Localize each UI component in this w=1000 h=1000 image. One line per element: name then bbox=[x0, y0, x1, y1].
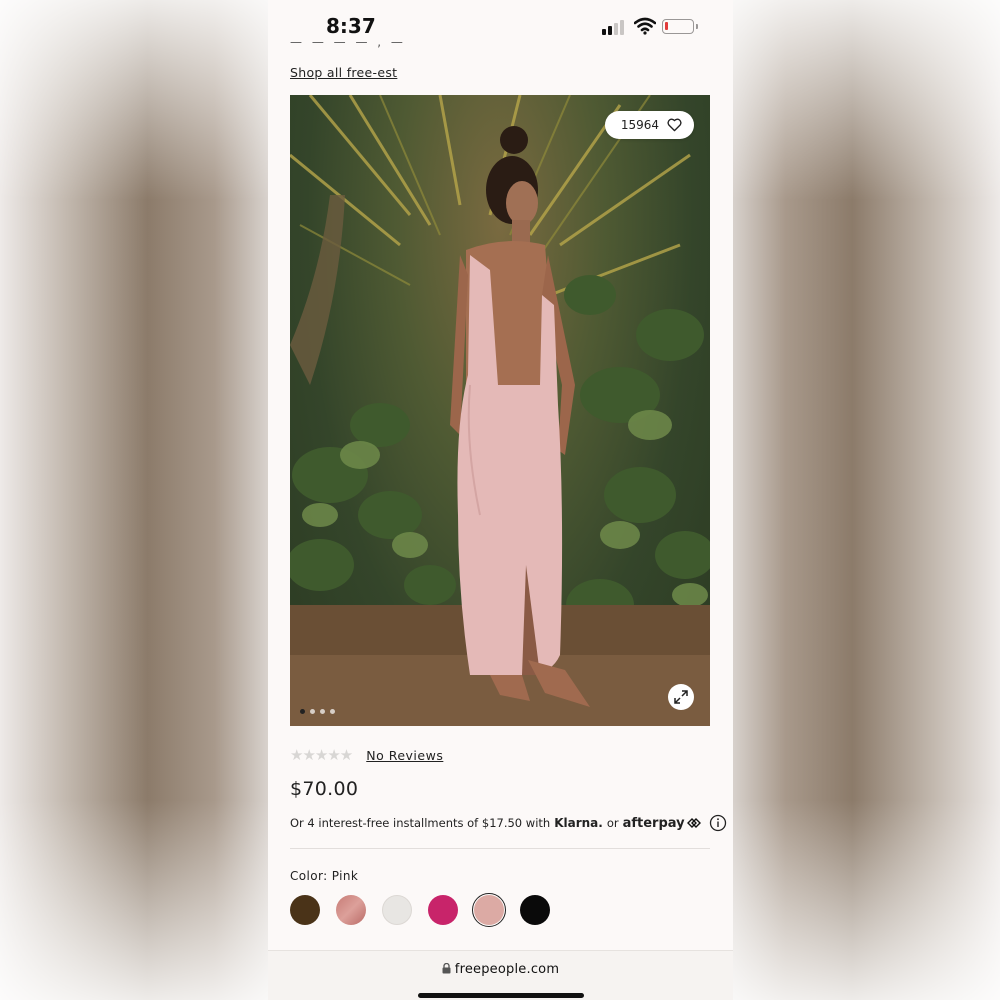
expand-icon bbox=[674, 690, 688, 704]
gallery-pagination[interactable] bbox=[300, 709, 335, 714]
swatch-brown[interactable] bbox=[290, 895, 320, 925]
battery-icon bbox=[662, 19, 694, 34]
cutoff-heading: — — — — , — bbox=[290, 40, 406, 49]
browser-address-bar[interactable]: freepeople.com bbox=[268, 950, 733, 1000]
likes-button[interactable]: 15964 bbox=[604, 111, 694, 139]
home-indicator[interactable] bbox=[418, 993, 584, 998]
installments-or: or bbox=[606, 816, 619, 830]
info-icon[interactable] bbox=[709, 814, 727, 832]
swatch-white[interactable] bbox=[382, 895, 412, 925]
product-image[interactable]: 15964 bbox=[290, 95, 710, 726]
lock-icon bbox=[442, 962, 451, 974]
gallery-dot[interactable] bbox=[330, 709, 335, 714]
expand-button[interactable] bbox=[668, 684, 694, 710]
phone-screen: 8:37 — — — — , — Shop all free-est 15964… bbox=[268, 0, 733, 1000]
color-swatches bbox=[290, 892, 566, 928]
swatch-rose[interactable] bbox=[336, 895, 366, 925]
swatch-pink[interactable] bbox=[471, 892, 507, 928]
klarna-logo[interactable]: Klarna. bbox=[554, 816, 603, 830]
swatch-black[interactable] bbox=[520, 895, 550, 925]
afterpay-arrows-icon bbox=[686, 818, 701, 828]
gallery-dot[interactable] bbox=[310, 709, 315, 714]
no-reviews-link[interactable]: No Reviews bbox=[366, 748, 443, 763]
color-label: Color: Pink bbox=[290, 869, 359, 883]
star-rating: ★★★★★ bbox=[290, 746, 353, 764]
divider bbox=[290, 848, 710, 849]
product-photo-illustration bbox=[290, 95, 710, 726]
background-blur-left bbox=[0, 0, 268, 1000]
shop-all-link[interactable]: Shop all free-est bbox=[290, 65, 397, 80]
background-blur-right bbox=[732, 0, 1000, 1000]
installments-text: Or 4 interest-free installments of $17.5… bbox=[290, 816, 551, 830]
afterpay-logo[interactable]: afterpay bbox=[623, 816, 701, 831]
installments-row: Or 4 interest-free installments of $17.5… bbox=[290, 814, 727, 832]
gallery-dot[interactable] bbox=[300, 709, 305, 714]
product-price: $70.00 bbox=[290, 778, 359, 800]
likes-count: 15964 bbox=[620, 118, 659, 132]
heart-icon bbox=[667, 118, 682, 132]
wifi-icon bbox=[634, 17, 656, 35]
rating-row: ★★★★★ No Reviews bbox=[290, 746, 443, 764]
url-text: freepeople.com bbox=[454, 962, 560, 977]
cellular-signal-icon bbox=[602, 19, 626, 35]
status-time: 8:37 bbox=[326, 14, 376, 38]
swatch-magenta[interactable] bbox=[428, 895, 458, 925]
gallery-dot[interactable] bbox=[320, 709, 325, 714]
